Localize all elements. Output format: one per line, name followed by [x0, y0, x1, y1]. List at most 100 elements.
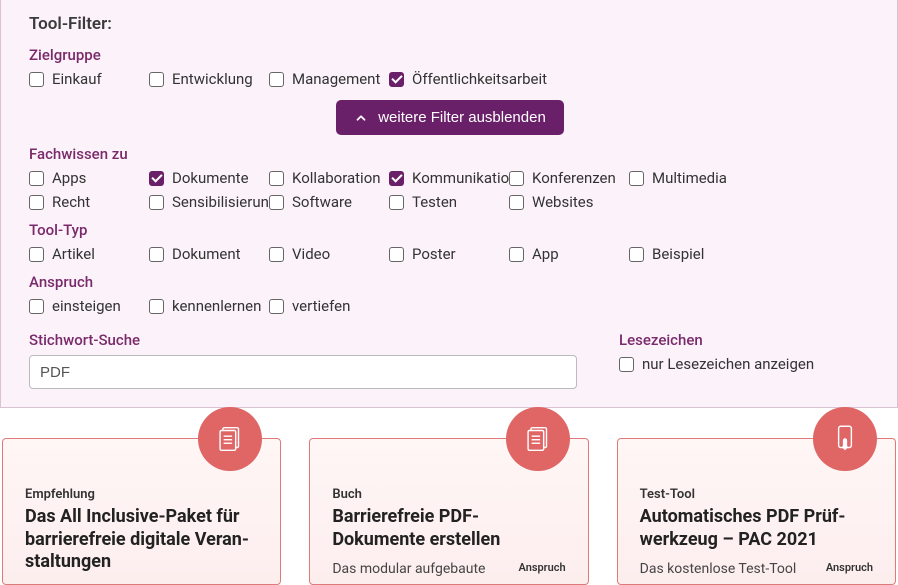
card-desc: Das modular aufgebaute	[332, 561, 510, 577]
zielgruppe-label: Einkauf	[52, 70, 102, 88]
bookmark-label: Lesezeichen	[619, 331, 871, 349]
card-anspruch-label: Anspruch	[826, 561, 873, 574]
tooltyp-item[interactable]: Video	[269, 245, 389, 263]
zielgruppe-label: Öffentlichkeitsarbeit	[412, 70, 547, 88]
fachwissen-checkbox[interactable]	[509, 195, 524, 210]
fachwissen-grid: Apps Dokumente Kollaboration KommunikationK…	[29, 169, 871, 211]
fachwissen-item[interactable]: Konferenzen	[509, 169, 629, 187]
tooltyp-checkbox[interactable]	[29, 247, 44, 262]
zielgruppe-item[interactable]: Öffentlichkeitsarbeit	[389, 70, 509, 88]
tooltyp-label: Beispiel	[652, 245, 704, 263]
fachwissen-label: Fachwissen zu	[29, 145, 871, 163]
search-input[interactable]	[29, 355, 577, 389]
fachwissen-item[interactable]: Recht	[29, 193, 149, 211]
fachwissen-label: Recht	[52, 193, 90, 211]
tooltyp-label: Dokument	[172, 245, 241, 263]
tooltyp-item[interactable]: Dokument	[149, 245, 269, 263]
tooltyp-checkbox[interactable]	[509, 247, 524, 262]
result-card[interactable]: Test-Tool Automatisches PDF Prüf­werkzeug…	[617, 438, 896, 585]
tooltyp-item[interactable]: Beispiel	[629, 245, 749, 263]
fachwissen-checkbox[interactable]	[29, 195, 44, 210]
result-card[interactable]: EmpfehlungDas All Inclusive-Paket für ba…	[2, 438, 281, 585]
zielgruppe-checkbox[interactable]	[149, 72, 164, 87]
tooltyp-label: Tool-Typ	[29, 221, 871, 239]
fachwissen-label: Apps	[52, 169, 86, 187]
toggle-row: weitere Filter ausblenden	[29, 100, 871, 135]
anspruch-checkbox[interactable]	[149, 299, 164, 314]
anspruch-checkbox[interactable]	[29, 299, 44, 314]
card-title: Barrierefreie PDF-Dokumente erstellen	[332, 506, 565, 551]
fachwissen-checkbox[interactable]	[389, 171, 404, 186]
result-card[interactable]: Buch Barrierefreie PDF-Dokumente erstelle…	[309, 438, 588, 585]
zielgruppe-checkbox[interactable]	[29, 72, 44, 87]
fachwissen-item[interactable]: Kollaboration	[269, 169, 389, 187]
anspruch-item[interactable]: kennenlernen	[149, 297, 269, 315]
card-title: Automatisches PDF Prüf­werkzeug – PAC 20…	[640, 506, 873, 551]
tooltyp-item[interactable]: Poster	[389, 245, 509, 263]
fachwissen-label: Kommunikation	[412, 169, 517, 187]
zielgruppe-grid: Einkauf Entwicklung Management Öffentlichke…	[29, 70, 871, 88]
zielgruppe-item[interactable]: Management	[269, 70, 389, 88]
fachwissen-label: Websites	[532, 193, 593, 211]
tooltyp-item[interactable]: Artikel	[29, 245, 149, 263]
card-eyebrow: Test-Tool	[640, 487, 873, 502]
fachwissen-item[interactable]: Apps	[29, 169, 149, 187]
fachwissen-item[interactable]: Kommunikation	[389, 169, 509, 187]
fachwissen-label: Testen	[412, 193, 457, 211]
fachwissen-item[interactable]: Dokumente	[149, 169, 269, 187]
tooltyp-checkbox[interactable]	[629, 247, 644, 262]
panel-title: Tool-Filter:	[29, 14, 871, 34]
fachwissen-item[interactable]: Sensibilisierung	[149, 193, 269, 211]
tooltyp-label: Video	[292, 245, 330, 263]
fachwissen-checkbox[interactable]	[269, 195, 284, 210]
tooltyp-checkbox[interactable]	[149, 247, 164, 262]
tooltyp-label: App	[532, 245, 559, 263]
touch-icon	[813, 407, 877, 471]
fachwissen-item[interactable]: Software	[269, 193, 389, 211]
zielgruppe-item[interactable]: Einkauf	[29, 70, 149, 88]
fachwissen-checkbox[interactable]	[29, 171, 44, 186]
fachwissen-item[interactable]: Websites	[509, 193, 629, 211]
tooltyp-item[interactable]: App	[509, 245, 629, 263]
zielgruppe-checkbox[interactable]	[389, 72, 404, 87]
fachwissen-label: Software	[292, 193, 352, 211]
fachwissen-label: Multimedia	[652, 169, 727, 187]
tooltyp-grid: Artikel Dokument Video Poster App Beispiel	[29, 245, 871, 263]
anspruch-item[interactable]: einsteigen	[29, 297, 149, 315]
anspruch-item[interactable]: vertiefen	[269, 297, 389, 315]
toggle-filters-button[interactable]: weitere Filter ausblenden	[336, 100, 564, 135]
tooltyp-label: Poster	[412, 245, 456, 263]
zielgruppe-label: Management	[292, 70, 380, 88]
documents-icon	[198, 407, 262, 471]
toggle-label: weitere Filter ausblenden	[378, 109, 546, 126]
card-anspruch-label: Anspruch	[518, 561, 565, 574]
tooltyp-label: Artikel	[52, 245, 95, 263]
tooltyp-checkbox[interactable]	[269, 247, 284, 262]
fachwissen-item[interactable]: Multimedia	[629, 169, 749, 187]
fachwissen-item[interactable]: Testen	[389, 193, 509, 211]
card-title: Das All Inclusive-Paket für barrierefrei…	[25, 506, 258, 574]
anspruch-checkbox[interactable]	[269, 299, 284, 314]
fachwissen-checkbox[interactable]	[629, 171, 644, 186]
zielgruppe-checkbox[interactable]	[269, 72, 284, 87]
fachwissen-checkbox[interactable]	[149, 195, 164, 210]
documents-icon	[506, 407, 570, 471]
fachwissen-checkbox[interactable]	[389, 195, 404, 210]
zielgruppe-item[interactable]: Entwicklung	[149, 70, 269, 88]
bookmark-checkbox[interactable]	[619, 357, 634, 372]
zielgruppe-label: Entwicklung	[172, 70, 253, 88]
fachwissen-checkbox[interactable]	[149, 171, 164, 186]
fachwissen-label: Sensibilisierung	[172, 193, 277, 211]
filter-panel: Tool-Filter: Zielgruppe Einkauf Entwicklu…	[0, 0, 898, 408]
anspruch-label: kennenlernen	[172, 297, 261, 315]
card-eyebrow: Buch	[332, 487, 565, 502]
card-desc: Das kostenlose Test-Tool	[640, 561, 818, 577]
chevron-up-icon	[354, 111, 368, 125]
fachwissen-checkbox[interactable]	[509, 171, 524, 186]
zielgruppe-label: Zielgruppe	[29, 46, 871, 64]
bookmark-option-label: nur Lesezeichen anzeigen	[642, 355, 814, 373]
tooltyp-checkbox[interactable]	[389, 247, 404, 262]
fachwissen-label: Dokumente	[172, 169, 249, 187]
fachwissen-checkbox[interactable]	[269, 171, 284, 186]
fachwissen-label: Kollaboration	[292, 169, 381, 187]
